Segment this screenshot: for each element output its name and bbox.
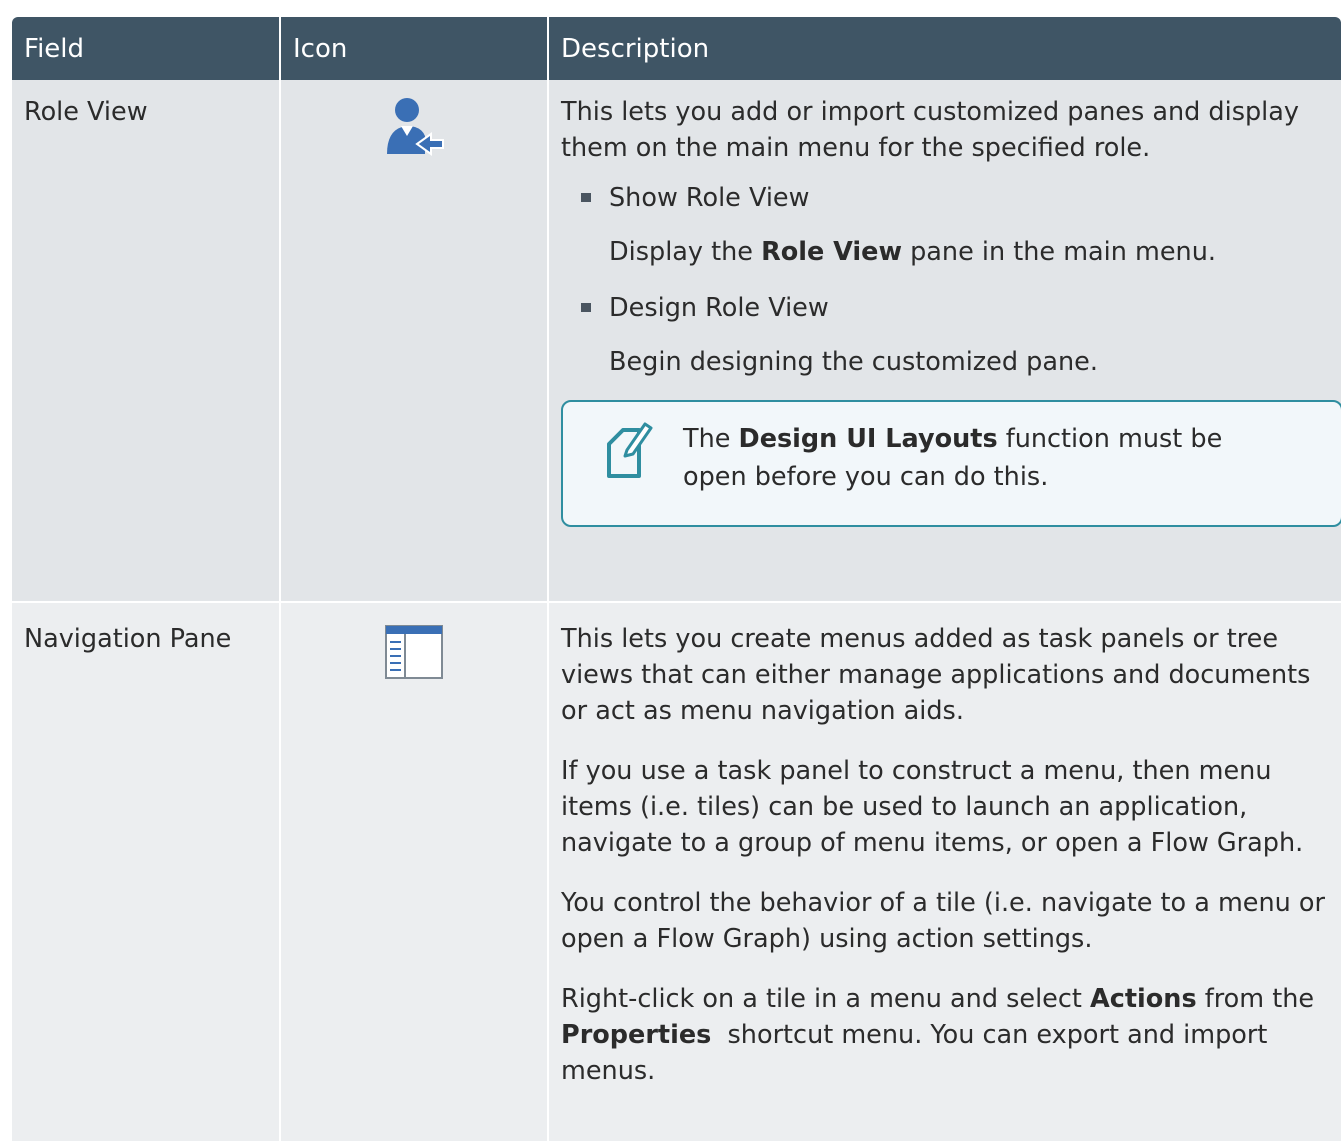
field-cell: Role View: [12, 80, 279, 603]
field-name: Role View: [24, 97, 148, 127]
icon-cell: [279, 603, 547, 1141]
note-box: The Design UI Layouts function must be o…: [561, 400, 1341, 527]
option-description: Begin designing the customized pane.: [609, 347, 1098, 377]
header-field: Field: [12, 17, 279, 80]
option-title: Design Role View: [609, 293, 829, 323]
user-arrow-icon: [387, 98, 444, 156]
nav-para-1: This lets you create menus added as task…: [561, 624, 1311, 726]
role-view-options-2: Design Role View: [561, 290, 1329, 326]
option-description: Display the Role View pane in the main m…: [609, 237, 1216, 267]
navigation-pane-icon: [385, 625, 443, 679]
table-row: Navigation Pane This lets you create men…: [12, 603, 1341, 1141]
list-item: Design Role View: [581, 290, 1329, 326]
field-name: Navigation Pane: [24, 624, 232, 654]
description-cell: This lets you create menus added as task…: [547, 603, 1341, 1141]
header-icon: Icon: [279, 17, 547, 80]
field-cell: Navigation Pane: [12, 603, 279, 1141]
nav-para-2: If you use a task panel to construct a m…: [561, 756, 1304, 858]
icon-cell: [279, 80, 547, 603]
note-text: The Design UI Layouts function must be o…: [683, 424, 1223, 492]
fields-table: Field Icon Description Role View This le…: [12, 17, 1341, 1141]
option-title: Show Role View: [609, 183, 810, 213]
role-view-options: Show Role View: [561, 180, 1329, 216]
bullet-icon: [581, 193, 591, 202]
pencil-note-icon: [607, 422, 653, 478]
role-view-intro: This lets you add or import customized p…: [561, 97, 1299, 163]
header-row: Field Icon Description: [12, 17, 1341, 80]
nav-para-4: Right-click on a tile in a menu and sele…: [561, 984, 1315, 1086]
list-item: Show Role View: [581, 180, 1329, 216]
bullet-icon: [581, 303, 591, 312]
nav-para-3: You control the behavior of a tile (i.e.…: [561, 888, 1326, 954]
table-row: Role View This lets you add or import cu…: [12, 80, 1341, 603]
header-description: Description: [547, 17, 1341, 80]
description-cell: This lets you add or import customized p…: [547, 80, 1341, 603]
